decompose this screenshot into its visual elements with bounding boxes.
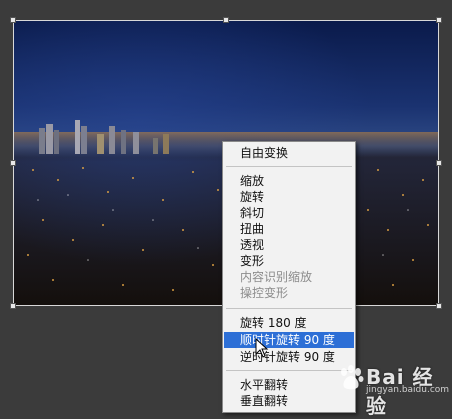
menu-separator [226, 370, 352, 371]
baidu-paw-icon [341, 365, 364, 390]
menu-item-free-transform[interactable]: 自由变换 [224, 145, 354, 161]
transform-handle-bottom-right[interactable] [436, 303, 442, 309]
menu-separator [226, 166, 352, 167]
menu-item-content-aware-scale: 内容识别缩放 [240, 270, 313, 284]
menu-separator [226, 308, 352, 309]
transform-handle-middle-right[interactable] [436, 160, 442, 166]
menu-item-perspective[interactable]: 透视 [224, 237, 354, 253]
menu-item-warp[interactable]: 变形 [224, 253, 354, 269]
transform-handle-top-left[interactable] [10, 17, 16, 23]
mouse-pointer-icon [255, 338, 269, 358]
menu-item-rotate-90-ccw[interactable]: 逆时针旋转 90 度 [224, 349, 354, 365]
menu-item-rotate-90-cw[interactable]: 顺时针旋转 90 度 [224, 332, 354, 348]
menu-item-scale[interactable]: 缩放 [224, 173, 354, 189]
transform-handle-middle-left[interactable] [10, 160, 16, 166]
baidu-watermark: Bai 经验 jingyan.baidu.com [336, 361, 450, 418]
transform-handle-top-center[interactable] [223, 17, 229, 23]
menu-item-rotate[interactable]: 旋转 [224, 189, 354, 205]
menu-item-skew[interactable]: 斜切 [224, 205, 354, 221]
menu-item-distort[interactable]: 扭曲 [224, 221, 354, 237]
menu-item-flip-horizontal[interactable]: 水平翻转 [224, 377, 354, 393]
transform-handle-top-right[interactable] [436, 17, 442, 23]
transform-handle-bottom-left[interactable] [10, 303, 16, 309]
watermark-url: jingyan.baidu.com [366, 385, 450, 395]
menu-item-rotate-180[interactable]: 旋转 180 度 [224, 315, 354, 331]
menu-item-puppet-warp: 操控变形 [240, 286, 289, 300]
menu-item-flip-vertical[interactable]: 垂直翻转 [224, 393, 354, 409]
